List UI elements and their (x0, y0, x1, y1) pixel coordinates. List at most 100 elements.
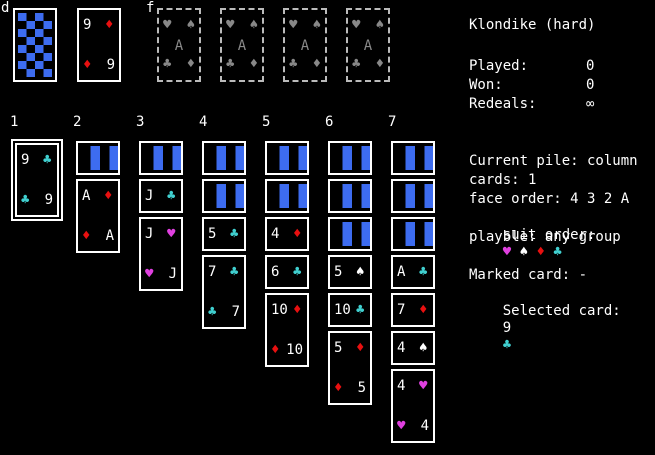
face-down-card[interactable] (391, 141, 435, 175)
card-rank: 5 (357, 380, 366, 396)
card-rank: 9 (83, 17, 92, 33)
tableau-card[interactable]: 4 ♦ (265, 217, 309, 251)
card-rank: 9 (106, 57, 115, 73)
card-back-icon (216, 146, 244, 170)
card-rank: 10 (286, 342, 303, 358)
heart-icon: ♥ (226, 17, 235, 33)
card-back-pattern (333, 182, 370, 208)
diamond-icon: ♦ (375, 56, 384, 72)
spade-icon: ♠ (249, 17, 258, 33)
selected-card-rank: 9 (502, 320, 512, 336)
game-title: Klondike (hard) (469, 17, 596, 33)
face-down-card[interactable] (391, 217, 435, 251)
face-down-card[interactable] (265, 141, 309, 175)
played-value: 0 (586, 58, 595, 74)
card-rank: 4 (420, 418, 429, 434)
foundation-ace-label: A (300, 38, 310, 54)
deck-pile[interactable] (13, 8, 57, 82)
card-suit-icon: ♣ (208, 304, 217, 320)
tableau-card[interactable]: 6 ♣ (265, 255, 309, 289)
tableau-card[interactable]: 9 ♣ ♣ 9 (11, 139, 63, 221)
card-suit-icon: ♣ (356, 302, 365, 318)
tableau-card[interactable]: A ♣ (391, 255, 435, 289)
foundation-slot-3[interactable]: ♥ ♠ A ♣ ♦ (283, 8, 327, 82)
card-back-pattern (207, 144, 244, 170)
card-suit-icon: ♣ (293, 264, 302, 280)
suit-order-icon: ♦ (536, 244, 545, 260)
column-label-4: 4 (199, 114, 208, 130)
card-back-pattern (81, 144, 118, 170)
tableau-card[interactable]: 7 ♦ (391, 293, 435, 327)
face-down-card[interactable] (328, 141, 372, 175)
won-value: 0 (586, 77, 595, 93)
suit-order-icon: ♠ (519, 244, 529, 260)
card-back-pattern (207, 182, 244, 208)
face-down-card[interactable] (391, 179, 435, 213)
card-rank: J (145, 226, 154, 242)
card-back-icon (18, 13, 52, 77)
tableau-card[interactable]: 4 ♠ (391, 331, 435, 365)
card-back-pattern (270, 182, 307, 208)
tableau-card[interactable]: 5 ♣ (202, 217, 246, 251)
foundation-slot-1[interactable]: ♥ ♠ A ♣ ♦ (157, 8, 201, 82)
card-suit-icon: ♦ (82, 228, 91, 244)
waste-card[interactable]: 9 ♦ ♦ 9 (77, 8, 121, 82)
card-rank: 10 (271, 302, 288, 318)
card-rank: 4 (397, 340, 406, 356)
column-label-1: 1 (10, 114, 19, 130)
selected-card: Selected card: 9 ♣ (469, 286, 621, 371)
card-back-pattern (396, 220, 433, 246)
card-suit-icon: ♣ (21, 192, 30, 208)
card-back-icon (279, 146, 307, 170)
foundation-slot-2[interactable]: ♥ ♠ A ♣ ♦ (220, 8, 264, 82)
selected-card-label: Selected card: (502, 303, 621, 319)
card-back-pattern (333, 220, 370, 246)
heart-icon: ♥ (352, 17, 361, 33)
marked-card: Marked card: - (469, 267, 588, 283)
card-suit-icon: ♦ (105, 17, 114, 33)
card-suit-icon: ♣ (167, 188, 176, 204)
face-down-card[interactable] (76, 141, 120, 175)
cards-count: cards: 1 (469, 172, 537, 188)
face-down-card[interactable] (202, 141, 246, 175)
foundation-ace-label: A (237, 38, 247, 54)
column-label-5: 5 (262, 114, 271, 130)
card-suit-icon: ♦ (271, 342, 280, 358)
card-suit-icon: ♥ (145, 266, 154, 282)
face-down-card[interactable] (202, 179, 246, 213)
card-rank: 4 (397, 378, 406, 394)
card-suit-icon: ♥ (167, 226, 176, 242)
card-suit-icon: ♦ (419, 302, 428, 318)
diamond-icon: ♦ (249, 56, 258, 72)
tableau-card[interactable]: 7 ♣ ♣ 7 (202, 255, 246, 329)
card-suit-icon: ♣ (419, 264, 428, 280)
column-label-6: 6 (325, 114, 334, 130)
column-label-7: 7 (388, 114, 397, 130)
card-back-icon (90, 146, 118, 170)
current-pile: Current pile: column (469, 153, 638, 169)
face-down-card[interactable] (265, 179, 309, 213)
tableau-card[interactable]: J ♥ ♥ J (139, 217, 183, 291)
heart-icon: ♥ (163, 17, 172, 33)
tableau-card[interactable]: 10 ♣ (328, 293, 372, 327)
tableau-card[interactable]: A ♦ ♦ A (76, 179, 120, 253)
face-down-card[interactable] (139, 141, 183, 175)
won-label: Won: (469, 77, 503, 93)
tableau-card[interactable]: 5 ♠ (328, 255, 372, 289)
card-suit-icon: ♦ (334, 380, 343, 396)
tableau-card[interactable]: J ♣ (139, 179, 183, 213)
card-rank: J (145, 188, 154, 204)
tableau-card[interactable]: 5 ♦ ♦ 5 (328, 331, 372, 405)
selected-card-suit-icon: ♣ (502, 337, 512, 353)
foundation-ace-label: A (363, 38, 373, 54)
face-down-card[interactable] (328, 217, 372, 251)
card-suit-icon: ♦ (83, 57, 92, 73)
card-suit-icon: ♠ (419, 340, 428, 356)
card-back-pattern (270, 144, 307, 170)
club-icon: ♣ (352, 56, 361, 72)
tableau-card[interactable]: 10 ♦ ♦ 10 (265, 293, 309, 367)
tableau-card[interactable]: 4 ♥ ♥ 4 (391, 369, 435, 443)
foundation-slot-4[interactable]: ♥ ♠ A ♣ ♦ (346, 8, 390, 82)
face-down-card[interactable] (328, 179, 372, 213)
played-label: Played: (469, 58, 529, 74)
